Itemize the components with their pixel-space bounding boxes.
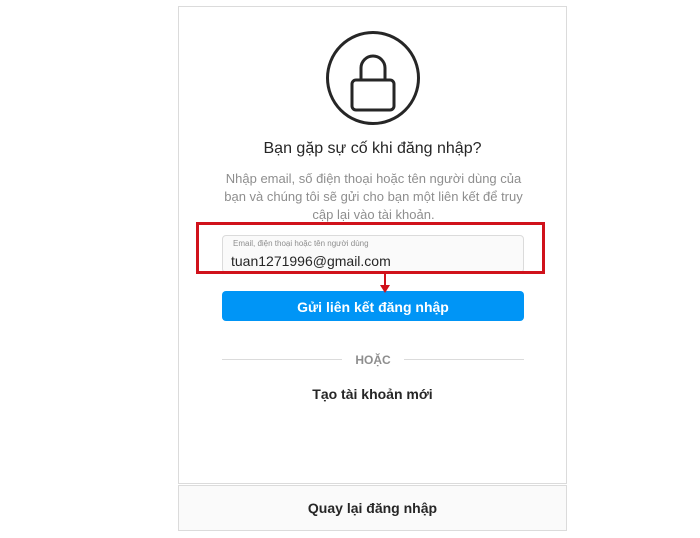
annotation-arrow-icon (380, 273, 390, 293)
or-divider-text: HOẶC (355, 353, 391, 367)
create-account-link[interactable]: Tạo tài khoản mới (179, 386, 566, 402)
instructions-text: Nhập email, số điện thoại hoặc tên người… (224, 171, 523, 222)
divider-line-right (404, 359, 524, 360)
page-title: Bạn gặp sự cố khi đăng nhập? (263, 140, 482, 157)
lock-icon-glyph (350, 54, 396, 112)
back-to-login-link[interactable]: Quay lại đăng nhập (178, 485, 567, 531)
annotation-highlight-box (196, 222, 545, 274)
send-login-link-button[interactable]: Gửi liên kết đăng nhập (222, 291, 524, 321)
lock-icon (326, 31, 420, 125)
divider-line-left (222, 359, 342, 360)
